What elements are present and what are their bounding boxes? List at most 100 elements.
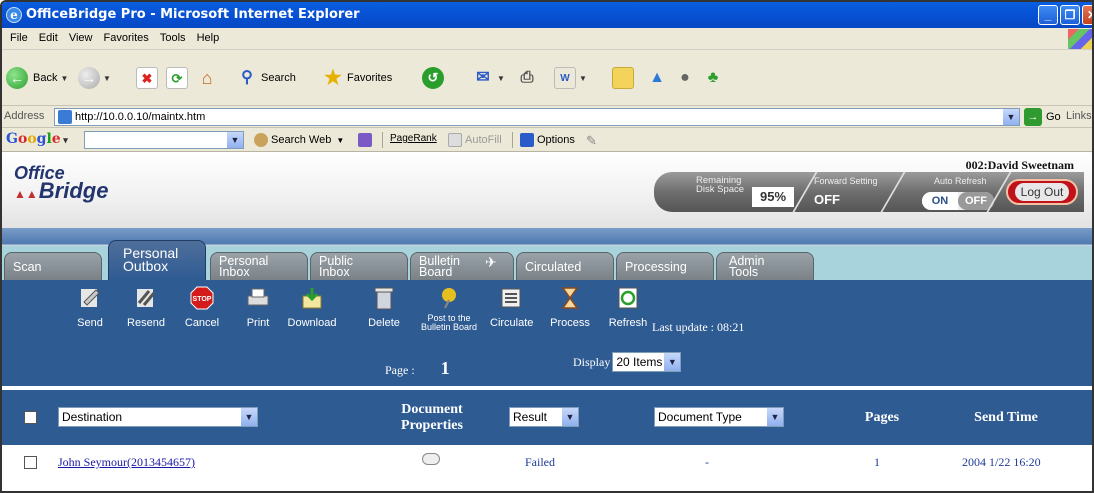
send-button[interactable]: Send (74, 286, 106, 329)
messenger-button[interactable]: ♣ (702, 64, 724, 92)
auto-refresh-toggle[interactable]: ON OFF (922, 192, 994, 210)
refresh-icon (618, 287, 638, 309)
menu-view[interactable]: View (69, 28, 93, 49)
search-icon: ⚲ (241, 69, 253, 86)
tab-area: Scan Personal Outbox Personal Inbox Publ… (2, 240, 1092, 280)
google-logo[interactable]: Google ▾ (6, 131, 68, 147)
disk-space-value: 95% (752, 187, 794, 207)
resend-icon (137, 289, 156, 307)
post-bulletin-button[interactable]: Post to the Bulletin Board (414, 286, 484, 332)
home-button[interactable]: ⌂ (196, 64, 218, 92)
history-icon: ↺ (422, 67, 444, 89)
mail-dropdown-icon[interactable]: ▼ (497, 74, 505, 83)
refresh-button[interactable]: Refresh (608, 286, 648, 329)
favorites-button[interactable]: ★ Favorites (322, 64, 392, 92)
address-dropdown-icon[interactable]: ▼ (1003, 109, 1019, 125)
back-dropdown-icon[interactable]: ▼ (60, 74, 68, 83)
messenger-icon: ♣ (707, 69, 719, 86)
destination-filter-select[interactable]: Destination ▼ (58, 407, 258, 427)
circulate-button[interactable]: Circulate (490, 286, 533, 329)
address-bar: Address http://10.0.0.10/maintx.htm ▼ → … (2, 106, 1092, 128)
tab-personal-outbox[interactable]: Personal Outbox (108, 240, 206, 280)
tab-admin-tools[interactable]: Admin Tools (716, 252, 814, 280)
chat-bubble-icon: ● (680, 69, 690, 86)
menu-favorites[interactable]: Favorites (104, 28, 149, 49)
maximize-button[interactable]: ❐ (1060, 5, 1080, 25)
menu-help[interactable]: Help (197, 28, 220, 49)
news-icon (358, 133, 372, 147)
autofill-button[interactable]: AutoFill (448, 133, 502, 147)
logout-button[interactable]: Log Out (1006, 179, 1078, 205)
document-type-filter-select[interactable]: Document Type ▼ (654, 407, 784, 427)
tab-label: Tools (729, 265, 759, 279)
cancel-button[interactable]: STOP Cancel (184, 286, 220, 329)
pagerank-indicator[interactable]: PageRank (390, 133, 437, 144)
options-button[interactable]: Options (520, 133, 575, 147)
delete-button[interactable]: Delete (368, 286, 400, 329)
minimize-button[interactable]: _ (1038, 5, 1058, 25)
resend-button[interactable]: Resend (126, 286, 166, 329)
history-button[interactable]: ↺ (422, 64, 444, 92)
current-user: 002:David Sweetnam (965, 158, 1074, 172)
stop-button[interactable]: ✖ (136, 64, 158, 92)
windows-logo-icon (1068, 29, 1092, 49)
tab-personal-inbox[interactable]: Personal Inbox (210, 252, 308, 280)
menu-edit[interactable]: Edit (39, 28, 58, 49)
result-filter-select[interactable]: Result ▼ (509, 407, 579, 427)
highlight-pencil-icon[interactable]: ✎ (586, 133, 597, 149)
address-input[interactable]: http://10.0.0.10/maintx.htm ▼ (54, 108, 1020, 126)
refresh-icon: ⟳ (166, 67, 188, 89)
refresh-label: Refresh (608, 317, 648, 329)
table-row[interactable]: John Seymour(2013454657) Failed - 1 2004… (2, 448, 1092, 476)
auto-refresh-on[interactable]: ON (922, 192, 958, 210)
news-button[interactable] (358, 133, 375, 147)
edit-dropdown-icon[interactable]: ▼ (579, 74, 587, 83)
forward-button[interactable]: → ▼ (78, 64, 111, 92)
close-button[interactable]: ✕ (1082, 5, 1092, 25)
forward-arrow-icon: → (78, 67, 100, 89)
tab-processing[interactable]: Processing (616, 252, 714, 280)
tab-label: Inbox (219, 265, 250, 279)
download-button[interactable]: Download (286, 286, 338, 329)
back-button[interactable]: ← Back ▼ (6, 64, 68, 92)
trash-icon (374, 287, 394, 310)
mail-button[interactable]: ✉ ▼ (472, 64, 505, 92)
print-button[interactable]: Print (240, 286, 276, 329)
display-count-value: 20 Items (616, 355, 663, 369)
research-button[interactable]: ▲ (646, 64, 668, 92)
menu-tools[interactable]: Tools (160, 28, 186, 49)
toolbar-separator (512, 132, 513, 148)
app-header: Office ▲▲Bridge 002:David Sweetnam Remai… (2, 152, 1092, 228)
document-properties-icon[interactable] (422, 453, 440, 465)
google-search-input[interactable]: ▼ (84, 131, 244, 149)
resend-label: Resend (127, 317, 165, 329)
go-label: Go (1046, 111, 1061, 123)
refresh-browser-button[interactable]: ⟳ (166, 64, 188, 92)
go-button[interactable]: → Go (1024, 108, 1061, 126)
display-count-select[interactable]: 20 Items ▼ (612, 352, 682, 372)
pages-header: Pages (864, 410, 900, 425)
tab-bulletin-board[interactable]: Bulletin Board ✈ (410, 252, 514, 280)
search-button[interactable]: ⚲ Search (236, 64, 296, 92)
links-button[interactable]: Links (1066, 110, 1092, 122)
tab-public-inbox[interactable]: Public Inbox (310, 252, 408, 280)
forward-setting-value[interactable]: OFF (814, 192, 840, 207)
tab-scan[interactable]: Scan (4, 252, 102, 280)
discuss-button[interactable] (612, 64, 634, 92)
menu-file[interactable]: File (10, 28, 28, 49)
title-bar: e OfficeBridge Pro - Microsoft Internet … (2, 2, 1092, 28)
messenger-chat-button[interactable]: ● (674, 64, 696, 92)
search-web-button[interactable]: Search Web ▼ (254, 133, 344, 147)
forward-dropdown-icon[interactable]: ▼ (103, 74, 111, 83)
chevron-down-icon: ▼ (664, 353, 681, 371)
destination-link[interactable]: John Seymour(2013454657) (58, 455, 195, 470)
google-search-dropdown-icon[interactable]: ▼ (227, 132, 243, 148)
row-checkbox[interactable] (24, 456, 37, 469)
process-button[interactable]: Process (550, 286, 590, 329)
select-all-checkbox[interactable] (24, 411, 37, 424)
tab-label: Board (419, 265, 453, 279)
print-browser-button[interactable]: ⎙ (516, 64, 538, 92)
document-type-cell: - (705, 455, 709, 469)
tab-circulated[interactable]: Circulated (516, 252, 614, 280)
edit-button[interactable]: W ▼ (554, 64, 587, 92)
